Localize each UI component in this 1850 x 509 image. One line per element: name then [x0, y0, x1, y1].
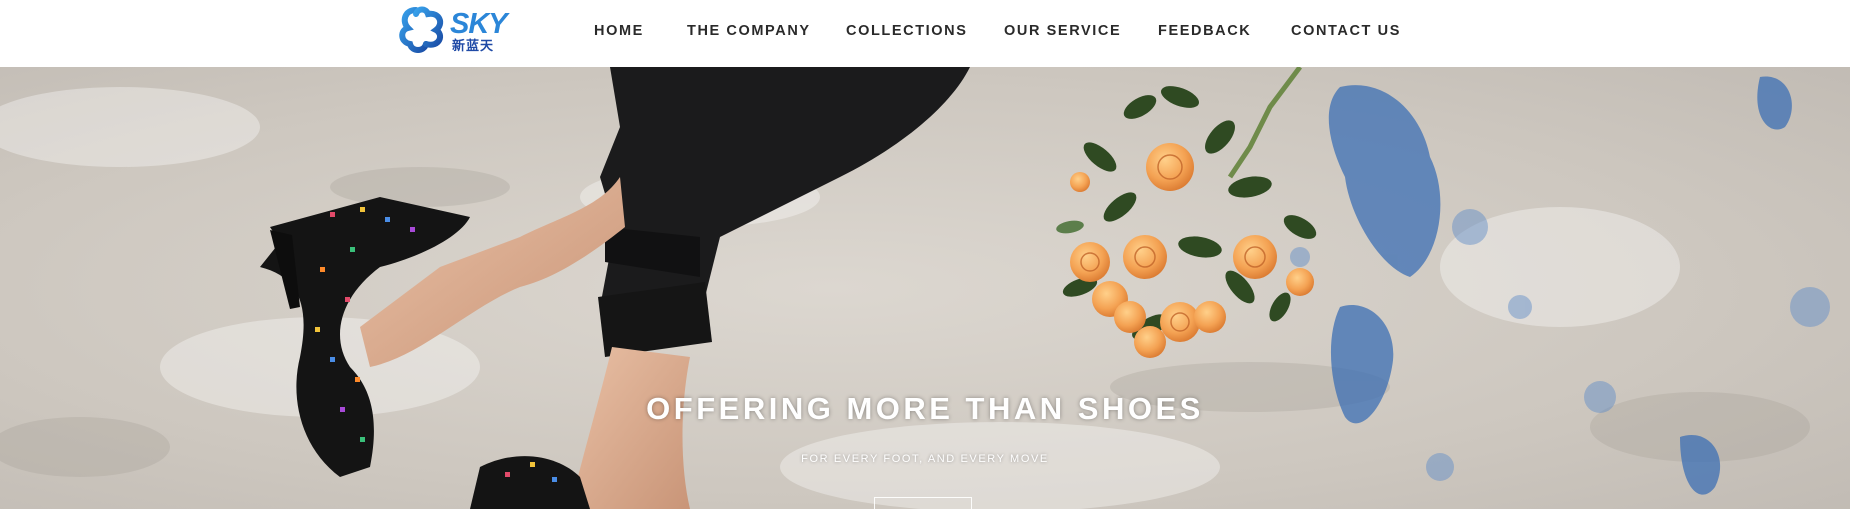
site-header: SKY 新蓝天 HOME THE COMPANY COLLECTIONS OUR…	[0, 0, 1850, 67]
hero-subtitle: FOR EVERY FOOT, AND EVERY MOVE	[801, 453, 1049, 465]
hero-title: OFFERING MORE THAN SHOES	[646, 391, 1204, 426]
hero-banner: OFFERING MORE THAN SHOES FOR EVERY FOOT,…	[0, 67, 1850, 509]
main-navigation: HOME THE COMPANY COLLECTIONS OUR SERVICE…	[0, 0, 1850, 67]
nav-our-service[interactable]: OUR SERVICE	[1004, 22, 1121, 40]
nav-home[interactable]: HOME	[594, 22, 644, 40]
hero-photo	[0, 67, 1850, 509]
hero-cta-button[interactable]	[874, 497, 972, 509]
nav-collections[interactable]: COLLECTIONS	[846, 22, 968, 40]
nav-the-company[interactable]: THE COMPANY	[687, 22, 811, 40]
nav-contact-us[interactable]: CONTACT US	[1291, 22, 1401, 40]
nav-feedback[interactable]: FEEDBACK	[1158, 22, 1251, 40]
